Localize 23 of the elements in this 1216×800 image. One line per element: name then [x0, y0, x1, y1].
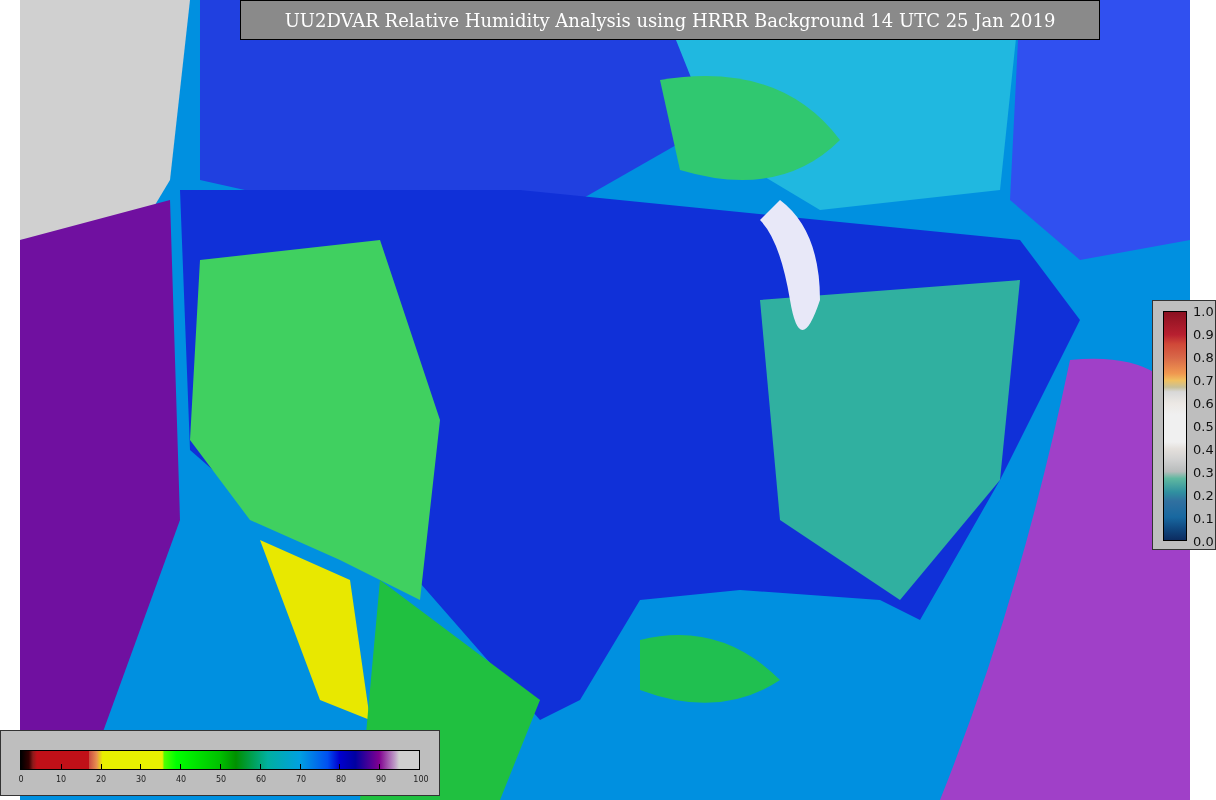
tick-label: 0 — [18, 775, 24, 784]
tick-label: 60 — [255, 775, 267, 784]
tick-label: 0.8 — [1193, 349, 1214, 365]
tick-label: 100 — [413, 775, 429, 784]
tick-label: 70 — [295, 775, 307, 784]
tick-label: 0.2 — [1193, 487, 1214, 503]
tick-label: 0.6 — [1193, 395, 1214, 411]
tick-label: 50 — [215, 775, 227, 784]
tick-label: 0.3 — [1193, 464, 1214, 480]
tick-label: 0.5 — [1193, 418, 1214, 434]
tick-label: 10 — [55, 775, 67, 784]
tick-label: 40 — [175, 775, 187, 784]
tick-label: 0.9 — [1193, 326, 1214, 342]
tick-label: 30 — [135, 775, 147, 784]
tick-label: 0.7 — [1193, 372, 1214, 388]
tick-label: 0.0 — [1193, 533, 1214, 549]
tick-label: 80 — [335, 775, 347, 784]
tick-label: 1.0 — [1193, 303, 1214, 319]
tick-label: 90 — [375, 775, 387, 784]
tick-label: 0.4 — [1193, 441, 1214, 457]
tick-label: 0.1 — [1193, 510, 1214, 526]
map-title: UU2DVAR Relative Humidity Analysis using HRRR Background 14 UTC 25 Jan 2019 — [240, 0, 1100, 40]
tick-label: 20 — [95, 775, 107, 784]
